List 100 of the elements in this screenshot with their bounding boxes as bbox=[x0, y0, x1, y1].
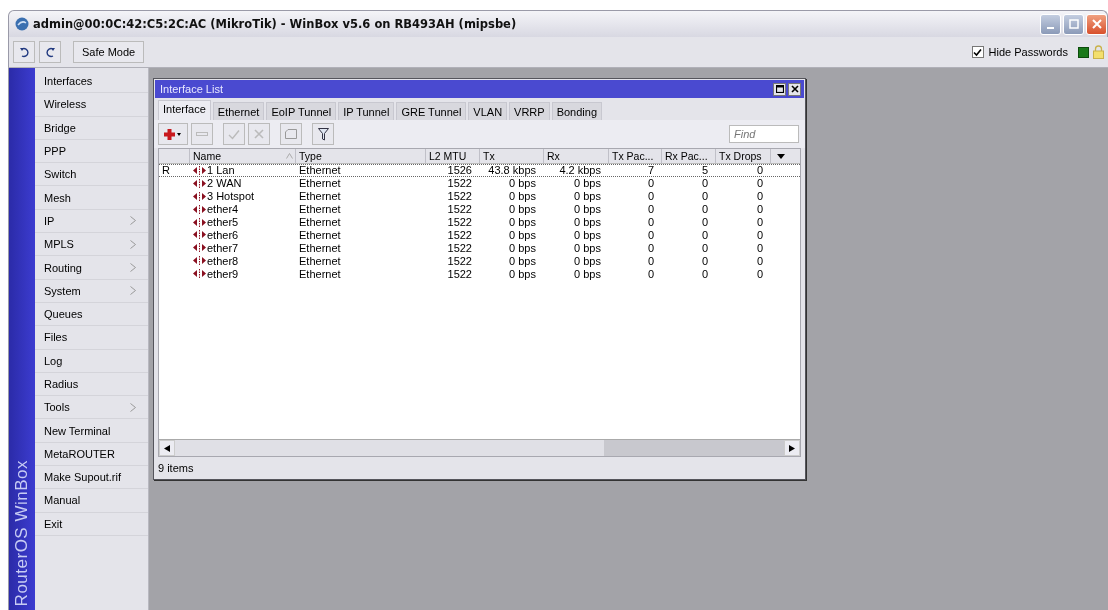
filter-button[interactable] bbox=[312, 123, 334, 145]
column-header[interactable]: Type bbox=[296, 149, 426, 163]
tab[interactable]: VLAN bbox=[468, 102, 508, 120]
table-cell: 0 bbox=[756, 254, 763, 267]
dropdown-arrow-icon bbox=[777, 153, 785, 159]
table-cell: 0 bbox=[647, 216, 654, 228]
table-cell: 1522 bbox=[447, 203, 472, 216]
table-cell: ether5 bbox=[207, 216, 239, 228]
menu-item[interactable]: IP bbox=[35, 209, 148, 234]
table-cell: 2 WAN bbox=[207, 177, 242, 190]
menu-item[interactable]: Log bbox=[35, 349, 148, 373]
menu-item[interactable]: Wireless bbox=[35, 93, 148, 117]
table-cell: 0 bbox=[647, 241, 654, 254]
left-arrow-icon bbox=[164, 444, 170, 452]
table-cell: 43.8 kbps bbox=[488, 164, 536, 177]
redo-button[interactable] bbox=[39, 41, 61, 63]
menu-item[interactable]: Exit bbox=[35, 512, 148, 536]
column-header[interactable]: Tx Pac... bbox=[609, 149, 662, 163]
maximize-button[interactable] bbox=[773, 82, 786, 96]
column-header[interactable]: Rx bbox=[544, 149, 609, 163]
table-cell: ether9 bbox=[207, 267, 239, 280]
table-cell: 0 bbox=[647, 254, 654, 267]
table-cell: 0 bbox=[756, 177, 763, 190]
table-cell: 0 bbox=[756, 203, 763, 216]
menu-item[interactable]: MPLS bbox=[35, 233, 148, 257]
table-cell: Ethernet bbox=[299, 203, 341, 216]
menu-item[interactable]: Files bbox=[35, 326, 148, 350]
table-cell: ether8 bbox=[207, 254, 239, 267]
find-field[interactable]: Find bbox=[729, 125, 799, 143]
add-button[interactable] bbox=[158, 123, 188, 145]
item-count: 9 items bbox=[158, 462, 194, 474]
table-cell: 0 bps bbox=[509, 216, 536, 228]
checkmark-icon bbox=[228, 128, 240, 140]
table-cell: 4.2 kbps bbox=[559, 164, 601, 177]
table-cell: 1522 bbox=[447, 228, 472, 241]
column-header[interactable]: Rx Pac... bbox=[662, 149, 716, 163]
menu-item[interactable]: Tools bbox=[35, 396, 148, 420]
menu-item[interactable]: PPP bbox=[35, 139, 148, 164]
redo-icon bbox=[44, 46, 56, 58]
tab[interactable]: EoIP Tunnel bbox=[266, 102, 337, 120]
window-title: Interface List bbox=[160, 83, 224, 95]
note-icon bbox=[285, 129, 297, 139]
tab[interactable]: IP Tunnel bbox=[338, 102, 395, 120]
table-cell: 0 bps bbox=[574, 203, 601, 216]
scroll-right-button[interactable] bbox=[784, 440, 800, 456]
tab[interactable]: Bonding bbox=[551, 102, 603, 120]
table-cell: 0 bbox=[701, 177, 708, 190]
minus-icon bbox=[196, 132, 208, 136]
tab[interactable]: VRRP bbox=[509, 102, 550, 120]
menu-item[interactable]: MetaROUTER bbox=[35, 442, 148, 467]
scrollbar-thumb[interactable] bbox=[604, 440, 784, 456]
close-button[interactable] bbox=[788, 82, 801, 96]
cross-icon bbox=[254, 129, 264, 139]
table-cell: 0 bbox=[647, 267, 654, 280]
menu-item[interactable]: System bbox=[35, 279, 148, 303]
tab[interactable]: Ethernet bbox=[212, 102, 265, 120]
ethernet-icon bbox=[193, 191, 206, 201]
filter-icon bbox=[317, 127, 329, 141]
safe-mode-button[interactable]: Safe Mode bbox=[73, 41, 145, 63]
table-cell: 5 bbox=[701, 164, 708, 177]
table-cell: Ethernet bbox=[299, 228, 341, 241]
menu-item[interactable]: New Terminal bbox=[35, 419, 148, 443]
menu-item[interactable]: Switch bbox=[35, 163, 148, 187]
ethernet-icon bbox=[193, 217, 206, 227]
lock-icon bbox=[1093, 45, 1104, 59]
table-cell: 0 bps bbox=[509, 267, 536, 280]
table-cell: Ethernet bbox=[299, 190, 341, 203]
ethernet-icon bbox=[193, 178, 206, 188]
menu-item[interactable]: Queues bbox=[35, 302, 148, 327]
menu-item[interactable]: Radius bbox=[35, 372, 148, 397]
table-cell: 1522 bbox=[447, 241, 472, 254]
table-cell: 1522 bbox=[447, 254, 472, 267]
close-icon bbox=[790, 85, 799, 93]
minimize-button[interactable] bbox=[1040, 13, 1061, 35]
menu-item[interactable]: Interfaces bbox=[35, 70, 148, 94]
table-cell: 0 bbox=[647, 177, 654, 190]
table-cell: 0 bps bbox=[574, 190, 601, 203]
table-cell: 0 bps bbox=[574, 254, 601, 267]
column-header[interactable]: Tx bbox=[480, 149, 544, 163]
window-title: admin@00:0C:42:C5:2C:AC (MikroTik) - WinBox v5.6 on RB493AH (mipsbe) bbox=[33, 17, 517, 31]
menu-item[interactable]: Routing bbox=[35, 256, 148, 280]
menu-item[interactable]: Manual bbox=[35, 489, 148, 513]
column-header[interactable]: Name bbox=[190, 149, 296, 163]
plus-icon bbox=[164, 128, 182, 140]
ethernet-icon bbox=[193, 230, 206, 240]
hide-passwords-checkbox[interactable]: Hide Passwords bbox=[971, 46, 1068, 58]
undo-button[interactable] bbox=[13, 41, 35, 63]
table-cell: Ethernet bbox=[299, 267, 341, 280]
tab[interactable]: Interface bbox=[158, 100, 211, 120]
table-cell: 0 bps bbox=[509, 190, 536, 203]
menu-item[interactable]: Mesh bbox=[35, 186, 148, 210]
table-cell: 1522 bbox=[447, 216, 472, 228]
menu-item[interactable]: Bridge bbox=[35, 116, 148, 140]
scroll-left-button[interactable] bbox=[159, 440, 175, 456]
tab[interactable]: GRE Tunnel bbox=[396, 102, 467, 120]
menu-item[interactable]: Make Supout.rif bbox=[35, 466, 148, 490]
table-cell: 1522 bbox=[447, 177, 472, 190]
table-cell: 0 bps bbox=[509, 203, 536, 216]
table-cell: 0 bps bbox=[574, 228, 601, 241]
column-header[interactable]: L2 MTU bbox=[426, 149, 480, 163]
